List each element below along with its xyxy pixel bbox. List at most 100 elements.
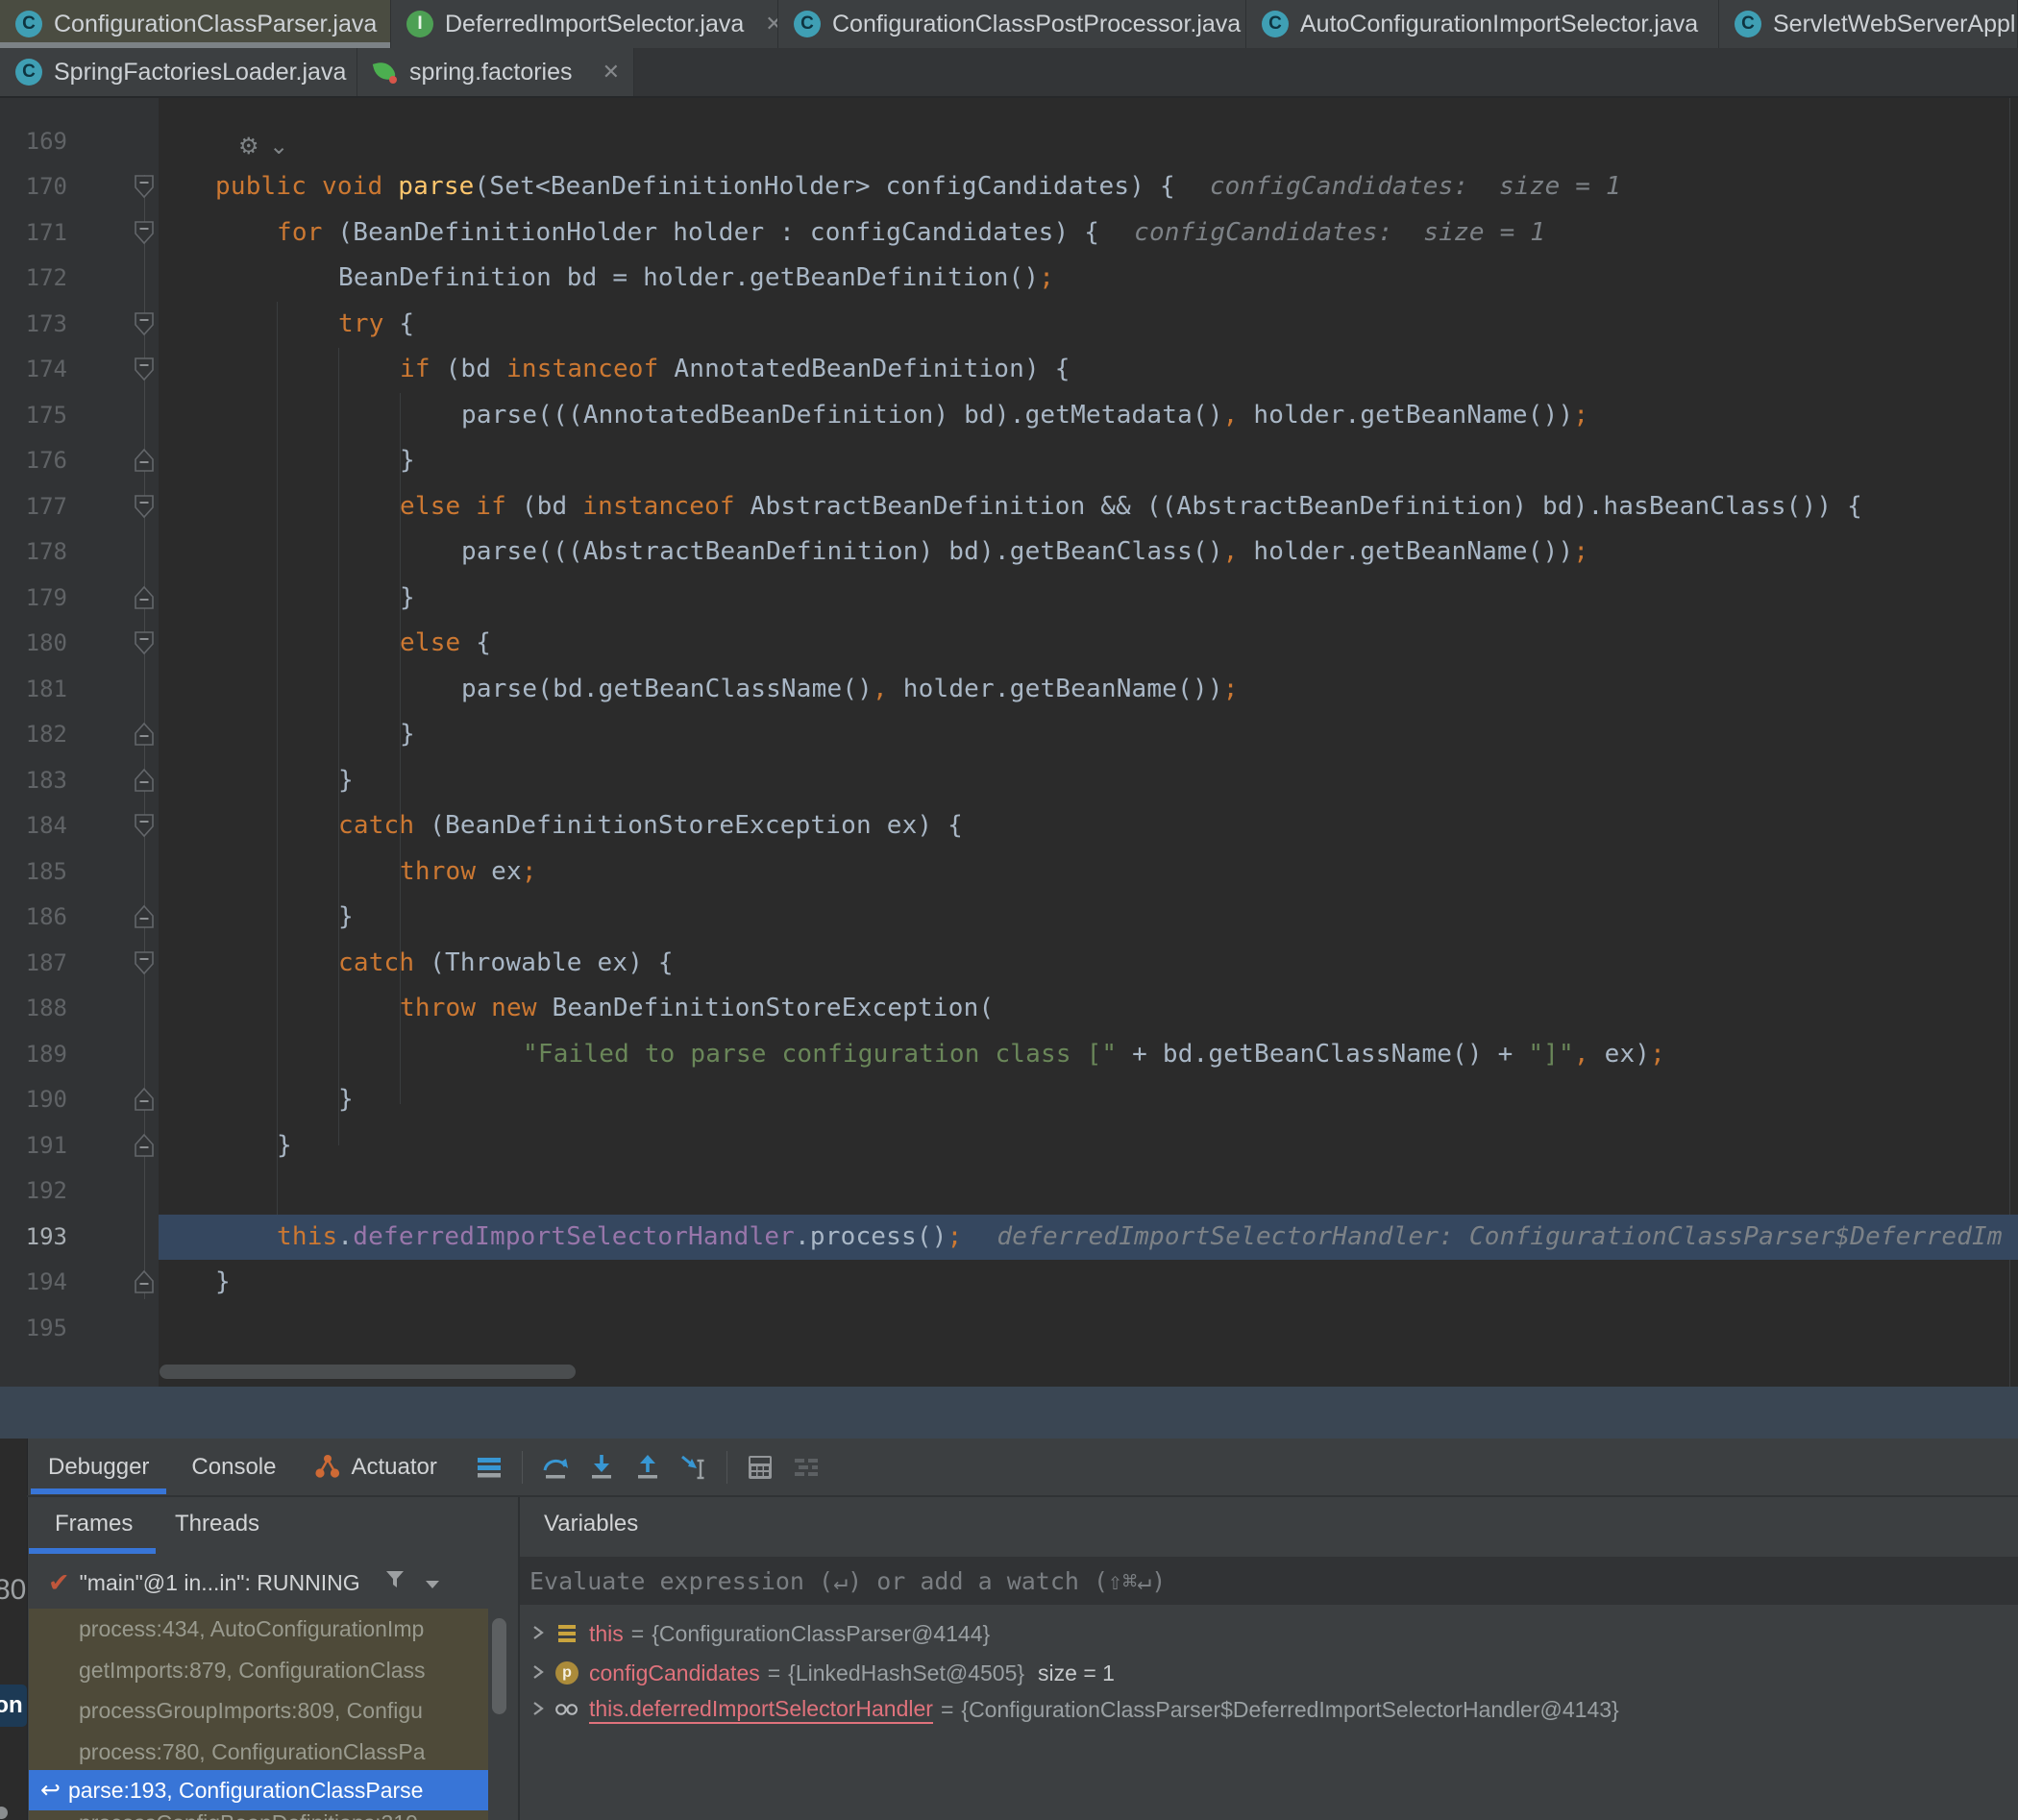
code-line-181: parse(bd.getBeanClassName(), holder.getB… <box>461 667 1239 713</box>
editor-debugger-splitter[interactable] <box>0 1387 2018 1439</box>
code-line-178: parse(((AbstractBeanDefinition) bd).getB… <box>461 529 1588 576</box>
debugger-inline-hint: configCandidates: size = 1 <box>1210 172 1621 201</box>
evaluate-expression-icon[interactable] <box>745 1452 775 1483</box>
fold-collapse-icon[interactable] <box>134 220 155 245</box>
editor-tab-springfactoriesloader-java[interactable]: CSpringFactoriesLoader.java✕ <box>0 48 357 96</box>
chevron-right-icon[interactable] <box>531 1621 545 1647</box>
step-over-icon[interactable] <box>540 1452 571 1483</box>
code-line-183: } <box>338 758 354 804</box>
thread-selector[interactable]: ✔ "main"@1 in...in": RUNNING <box>29 1559 517 1607</box>
background-fragment-badge: on <box>0 1685 27 1727</box>
frame-row[interactable]: process:780, ConfigurationClassPa <box>29 1732 488 1772</box>
editor-tab-deferredimportselector-java[interactable]: IDeferredImportSelector.java✕ <box>391 0 778 48</box>
field-icon <box>554 1621 579 1646</box>
frame-label: getImports:879, ConfigurationClass <box>79 1658 426 1683</box>
line-number: 191 <box>0 1123 67 1169</box>
toolbar-separator <box>726 1451 727 1484</box>
fold-end-icon[interactable] <box>134 1133 155 1158</box>
tab-frames[interactable]: Frames <box>55 1511 133 1537</box>
editor-tab-autoconfigurationimportselector-java[interactable]: CAutoConfigurationImportSelector.java✕ <box>1246 0 1719 48</box>
tab-debugger[interactable]: Debugger <box>27 1439 170 1496</box>
frame-row[interactable]: process:434, AutoConfigurationImp <box>29 1609 488 1649</box>
background-fragment-number: 80 <box>0 1574 26 1607</box>
code-line-170: public void parse(Set<BeanDefinitionHold… <box>215 164 1621 210</box>
code-line-189: "Failed to parse configuration class [" … <box>523 1032 1665 1078</box>
tab-label: spring.factories <box>409 59 573 86</box>
fold-collapse-icon[interactable] <box>134 494 155 519</box>
fold-collapse-icon[interactable] <box>134 357 155 381</box>
inline-settings-icon[interactable]: ⚙ ⌄ <box>238 133 290 160</box>
chevron-right-icon[interactable] <box>531 1697 545 1723</box>
line-number: 171 <box>0 210 67 257</box>
code-line-172: BeanDefinition bd = holder.getBeanDefini… <box>338 256 1054 302</box>
variable-value: {ConfigurationClassParser@4144} <box>652 1621 990 1647</box>
variable-name: configCandidates <box>589 1660 760 1686</box>
toolbar-separator <box>522 1451 523 1484</box>
equals-sign: = <box>941 1697 953 1723</box>
editor-tab-servletwebserverapplic[interactable]: C ServletWebServerApplic <box>1719 0 2018 48</box>
fold-collapse-icon[interactable] <box>134 950 155 975</box>
fold-collapse-icon[interactable] <box>134 174 155 199</box>
line-number: 176 <box>0 438 67 484</box>
fold-end-icon[interactable] <box>134 1269 155 1294</box>
code-line-188: throw new BeanDefinitionStoreException( <box>400 986 994 1032</box>
close-icon[interactable]: ✕ <box>597 60 620 85</box>
frame-label: parse:193, ConfigurationClassParse <box>68 1778 423 1803</box>
frames-scrollbar[interactable] <box>492 1618 506 1714</box>
editor-tab-spring-factories[interactable]: spring.factories ✕ <box>357 48 634 96</box>
editor-horizontal-scrollbar[interactable] <box>160 1365 576 1379</box>
tab-console[interactable]: Console <box>170 1439 297 1496</box>
class-file-icon: C <box>794 11 821 37</box>
variable-row[interactable]: pconfigCandidates={LinkedHashSet@4505}si… <box>520 1655 2018 1691</box>
variable-row[interactable]: this.deferredImportSelectorHandler={Conf… <box>520 1691 2018 1728</box>
debugger-inline-hint: deferredImportSelectorHandler: Configura… <box>997 1222 2002 1251</box>
fold-end-icon[interactable] <box>134 722 155 747</box>
tab-threads[interactable]: Threads <box>175 1511 259 1537</box>
frame-label: processGroupImports:809, Configu <box>79 1698 423 1723</box>
filter-icon[interactable] <box>383 1568 406 1597</box>
suspended-check-icon: ✔ <box>48 1568 70 1598</box>
fold-end-icon[interactable] <box>134 448 155 473</box>
line-number: 195 <box>0 1306 67 1352</box>
class-file-icon: C <box>1262 11 1289 37</box>
fold-collapse-icon[interactable] <box>134 311 155 336</box>
frames-list[interactable]: process:434, AutoConfigurationImp getImpo… <box>29 1609 488 1820</box>
fold-collapse-icon[interactable] <box>134 630 155 655</box>
fold-end-icon[interactable] <box>134 585 155 610</box>
code-line-193: this.deferredImportSelectorHandler.proce… <box>277 1215 2003 1261</box>
code-line-190: } <box>338 1077 354 1123</box>
frame-label: process:434, AutoConfigurationImp <box>79 1616 424 1641</box>
frame-row[interactable]: processConfigBeanDefinitions:319 <box>29 1803 488 1820</box>
editor-tabbar-row1: CConfigurationClassParser.java✕IDeferred… <box>0 0 2018 48</box>
close-icon[interactable]: ✕ <box>759 12 778 37</box>
debugger-layout-icon[interactable] <box>474 1452 504 1483</box>
line-number: 187 <box>0 941 67 987</box>
fold-collapse-icon[interactable] <box>134 813 155 838</box>
layout-settings-icon[interactable] <box>791 1452 822 1483</box>
frame-row[interactable]: getImports:879, ConfigurationClass <box>29 1650 488 1690</box>
code-line-180: else { <box>400 621 491 667</box>
line-number: 188 <box>0 986 67 1032</box>
editor-tab-configurationclasspostprocessor-java[interactable]: CConfigurationClassPostProcessor.java✕ <box>778 0 1246 48</box>
equals-sign: = <box>768 1660 780 1686</box>
run-to-cursor-icon[interactable] <box>678 1452 709 1483</box>
frame-row[interactable]: processGroupImports:809, Configu <box>29 1690 488 1731</box>
code-line-182: } <box>400 712 415 758</box>
fold-end-icon[interactable] <box>134 768 155 793</box>
toolbar-divider <box>27 1495 2018 1497</box>
editor-tab-configurationclassparser-java[interactable]: CConfigurationClassParser.java✕ <box>0 0 391 48</box>
tab-actuator[interactable]: Actuator <box>297 1439 457 1496</box>
fold-end-icon[interactable] <box>134 1087 155 1112</box>
chevron-right-icon[interactable] <box>531 1660 545 1686</box>
chevron-down-icon[interactable] <box>424 1570 441 1596</box>
tab-label: ServletWebServerApplic <box>1773 11 2018 38</box>
class-file-icon: C <box>1735 11 1761 37</box>
evaluate-expression-input[interactable]: Evaluate expression (↵) or add a watch (… <box>520 1557 2018 1605</box>
equals-sign: = <box>631 1621 644 1647</box>
return-frame-icon: ↩ <box>40 1777 61 1804</box>
fold-end-icon[interactable] <box>134 904 155 929</box>
step-out-icon[interactable] <box>632 1452 663 1483</box>
step-into-icon[interactable] <box>586 1452 617 1483</box>
variable-row[interactable]: this={ConfigurationClassParser@4144} <box>520 1615 2018 1652</box>
line-number: 184 <box>0 803 67 849</box>
